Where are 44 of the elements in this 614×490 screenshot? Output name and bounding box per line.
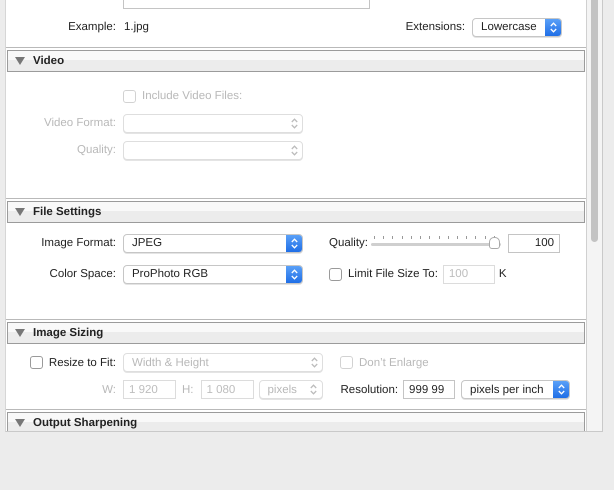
field-label: Quality: [329, 237, 369, 249]
section-title: Output Sharpening [33, 417, 138, 429]
dropdown[interactable]: ProPhoto RGB [123, 264, 303, 284]
checkbox[interactable]: Limit File Size To: [329, 268, 438, 280]
section-title: Video [33, 55, 64, 67]
field-label: Example: [68, 21, 116, 33]
example-value: 1.jpg [124, 21, 149, 33]
field-label: H: [182, 384, 194, 396]
scrollbar-thumb[interactable] [591, 0, 598, 242]
field-label: Extensions: [406, 21, 466, 33]
up-down-chevron-icon [290, 268, 298, 280]
dropdown[interactable] [123, 140, 303, 160]
section-title: File Settings [33, 206, 102, 218]
field-label: Color Space: [50, 268, 116, 280]
up-down-chevron-icon [550, 22, 557, 32]
disclosure-triangle-icon [15, 57, 25, 65]
checkbox[interactable]: Resize to Fit: [30, 356, 116, 369]
up-down-chevron-icon [290, 144, 298, 156]
dropdown[interactable] [123, 114, 303, 132]
up-down-chevron-icon [310, 357, 318, 368]
field-label: W: [102, 384, 116, 396]
disclosure-triangle-icon [15, 419, 25, 427]
dropdown[interactable]: Lowercase [472, 18, 562, 36]
up-down-chevron-icon [558, 384, 565, 395]
field-label: Quality: [77, 144, 116, 156]
input-field[interactable]: 999 99 [403, 380, 456, 399]
field-label: Image Format: [41, 237, 116, 249]
disclosure-triangle-icon [15, 208, 25, 216]
input-field[interactable]: 100 [508, 234, 560, 252]
section-header[interactable]: Image Sizing [7, 322, 586, 344]
up-down-chevron-icon [290, 238, 298, 248]
section-title: Image Sizing [33, 327, 104, 339]
dropdown[interactable]: pixels per inch [461, 380, 570, 399]
section-header[interactable]: Output Sharpening [7, 412, 586, 431]
disclosure-triangle-icon [15, 329, 25, 337]
up-down-chevron-icon [290, 118, 298, 128]
slider-thumb[interactable] [489, 237, 500, 249]
unit-label: K [498, 268, 507, 280]
up-down-chevron-icon [310, 384, 317, 395]
field-label: Resolution: [340, 384, 398, 396]
section-header[interactable]: Video [7, 50, 586, 72]
field-label: Video Format: [44, 117, 116, 129]
dropdown[interactable]: JPEG [123, 234, 303, 252]
section-header[interactable]: File Settings [7, 201, 586, 223]
